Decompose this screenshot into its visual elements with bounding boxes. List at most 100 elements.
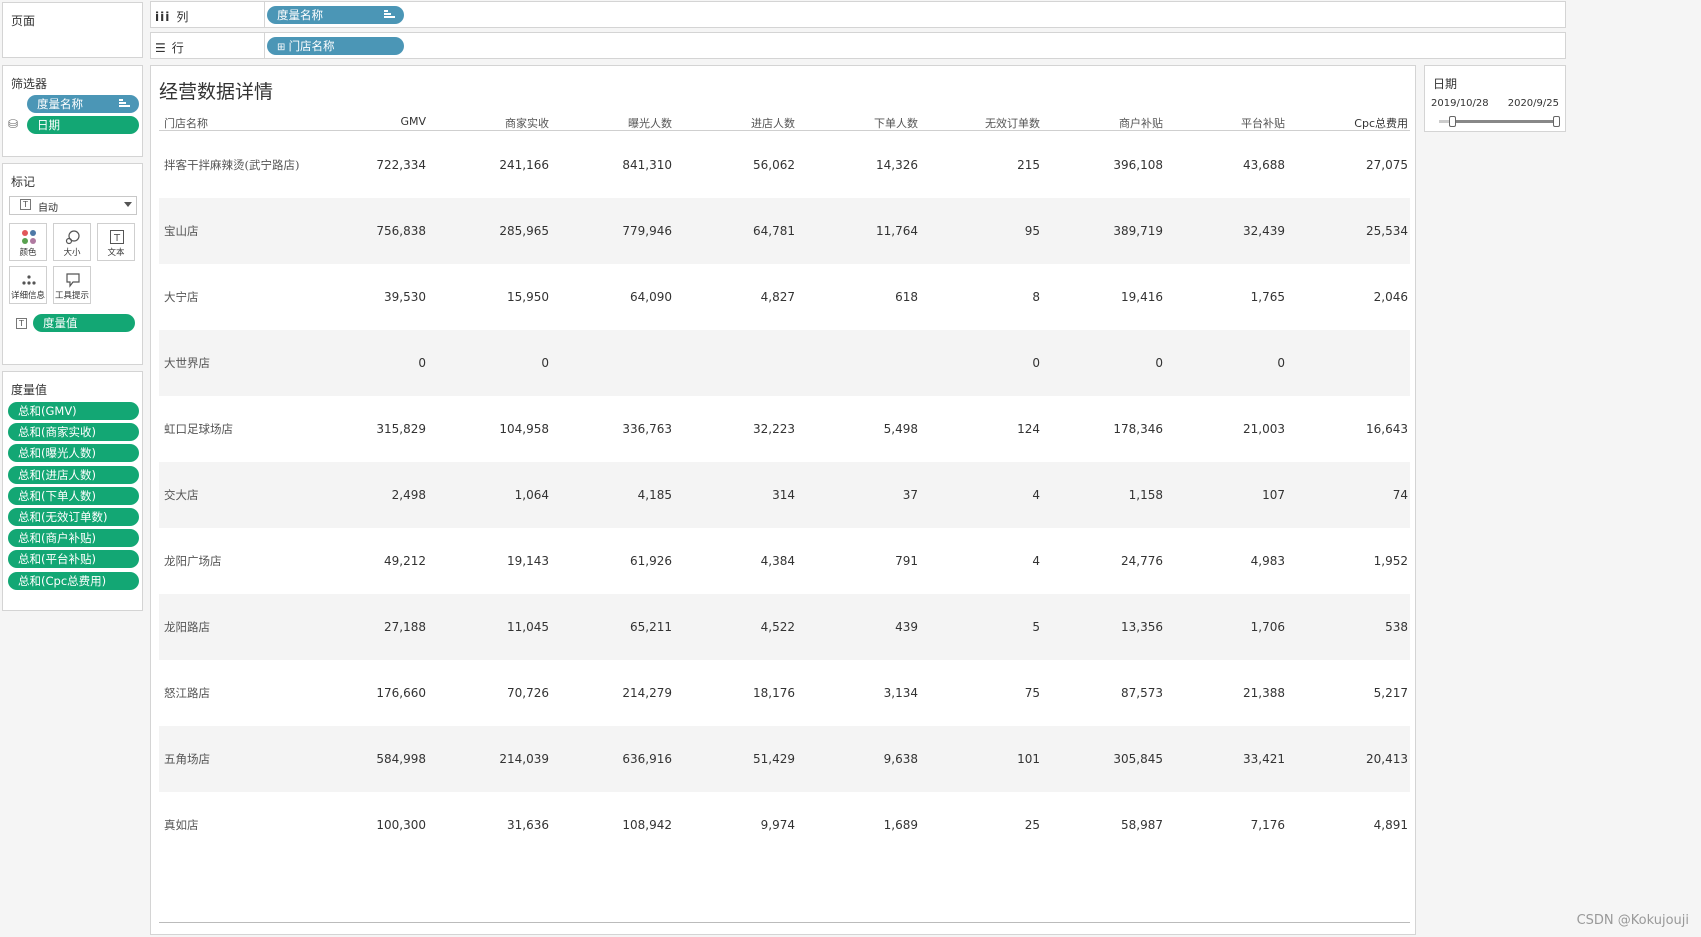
column-header[interactable]: 无效订单数 <box>930 115 1040 131</box>
columns-shelf[interactable]: iii 列 度量名称 <box>150 1 1566 28</box>
color-button[interactable]: 颜色 <box>9 223 47 261</box>
table-cell: 5 <box>1032 620 1040 634</box>
table-cell: 11,045 <box>507 620 549 634</box>
sort-icon <box>384 10 395 20</box>
measure-value-pill[interactable]: 总和(平台补贴) <box>8 550 139 569</box>
table-cell: 70,726 <box>507 686 549 700</box>
sheet-title: 经营数据详情 <box>159 81 274 103</box>
column-header[interactable]: 曝光人数 <box>562 115 672 131</box>
columns-icon: iii <box>155 9 171 24</box>
row-header-store-name[interactable]: 宝山店 <box>164 198 199 264</box>
date-filter-title: 日期 <box>1433 77 1458 91</box>
column-header[interactable]: GMV <box>316 115 426 131</box>
column-header[interactable]: 商家实收 <box>439 115 549 131</box>
measure-value-pill[interactable]: 总和(商家实收) <box>8 423 139 442</box>
row-header-store-name[interactable]: 交大店 <box>164 462 199 528</box>
table-row: 龙阳路店 27,188 11,045 65,211 4,522 439 5 13,356 1,7… <box>159 594 1410 660</box>
column-header[interactable]: 门店名称 <box>164 115 208 131</box>
column-header[interactable]: 进店人数 <box>685 115 795 131</box>
row-header-store-name[interactable]: 虹口足球场店 <box>164 396 233 462</box>
columns-pill-measure-names[interactable]: 度量名称 <box>267 6 404 24</box>
date-slider-range <box>1451 120 1555 123</box>
measure-value-pill[interactable]: 总和(进店人数) <box>8 465 139 484</box>
column-header[interactable]: 商户补贴 <box>1053 115 1163 131</box>
row-header-store-name[interactable]: 大宁店 <box>164 264 199 330</box>
mark-type-select[interactable]: T 自动 <box>9 196 137 215</box>
filter-pill-measure-names[interactable]: 度量名称 <box>27 95 139 113</box>
table-row: 虹口足球场店 315,829 104,958 336,763 32,223 5,498 12… <box>159 396 1410 462</box>
table-row: 怒江路店 176,660 70,726 214,279 18,176 3,134 75 87,… <box>159 660 1410 726</box>
rows-pill-store-name[interactable]: ⊞ 门店名称 <box>267 37 404 55</box>
table-cell: 64,781 <box>753 224 795 238</box>
table-cell: 0 <box>1277 356 1285 370</box>
table-cell: 19,416 <box>1121 290 1163 304</box>
filter-pill-date[interactable]: 日期 <box>27 116 139 134</box>
table-row: 交大店 2,498 1,064 4,185 314 37 4 1,158 107 74 <box>159 462 1410 528</box>
table-cell: 0 <box>418 356 426 370</box>
date-slider-end-handle[interactable] <box>1553 116 1560 127</box>
row-header-store-name[interactable]: 龙阳路店 <box>164 594 210 660</box>
table-cell: 4 <box>1032 488 1040 502</box>
table-cell: 31,636 <box>507 818 549 832</box>
column-header[interactable]: 平台补贴 <box>1175 115 1285 131</box>
measure-value-pill[interactable]: 总和(商户补贴) <box>8 529 139 548</box>
table-cell: 1,689 <box>883 818 918 832</box>
tooltip-button[interactable]: 工具提示 <box>53 266 91 304</box>
table-cell: 4,522 <box>760 620 795 634</box>
marks-pill-measure-values[interactable]: 度量值 <box>33 314 135 332</box>
table-cell: 37 <box>902 488 918 502</box>
table-cell: 756,838 <box>376 224 426 238</box>
rows-shelf[interactable]: ☰ 行 ⊞ 门店名称 <box>150 32 1566 59</box>
table-row: 大宁店 39,530 15,950 64,090 4,827 618 8 19,416 1,76… <box>159 264 1410 330</box>
table-cell: 107 <box>1262 488 1285 502</box>
table-cell: 74 <box>1392 488 1408 502</box>
table-cell: 27,075 <box>1366 158 1408 172</box>
row-header-store-name[interactable]: 真如店 <box>164 792 199 858</box>
pages-panel: 页面 <box>2 2 143 58</box>
table-cell: 314 <box>772 488 795 502</box>
row-header-store-name[interactable]: 龙阳广场店 <box>164 528 222 594</box>
size-button[interactable]: 大小 <box>53 223 91 261</box>
measure-value-pill[interactable]: 总和(下单人数) <box>8 486 139 505</box>
table-cell: 65,211 <box>630 620 672 634</box>
table-cell: 108,942 <box>622 818 672 832</box>
table-cell: 2,046 <box>1373 290 1408 304</box>
table-cell: 21,388 <box>1243 686 1285 700</box>
table-cell: 389,719 <box>1113 224 1163 238</box>
marks-panel: 标记 T 自动 颜色 大小 T 文本 详细信息 工具提示 T 度量值 <box>2 163 143 365</box>
table-cell: 722,334 <box>376 158 426 172</box>
date-slider-start-handle[interactable] <box>1449 116 1456 127</box>
table-cell: 61,926 <box>630 554 672 568</box>
table-cell: 64,090 <box>630 290 672 304</box>
row-header-store-name[interactable]: 五角场店 <box>164 726 210 792</box>
column-header[interactable]: 下单人数 <box>808 115 918 131</box>
columns-label: 列 <box>176 10 189 24</box>
detail-button[interactable]: 详细信息 <box>9 266 47 304</box>
table-cell: 95 <box>1024 224 1040 238</box>
column-header[interactable]: Cpc总费用 <box>1298 115 1408 131</box>
table-cell: 20,413 <box>1366 752 1408 766</box>
row-header-store-name[interactable]: 怒江路店 <box>164 660 210 726</box>
table-cell: 584,998 <box>376 752 426 766</box>
table-cell: 439 <box>895 620 918 634</box>
measure-value-pill[interactable]: 总和(曝光人数) <box>8 444 139 463</box>
measure-value-pill[interactable]: 总和(无效订单数) <box>8 508 139 526</box>
table-bottom-divider <box>159 922 1410 923</box>
row-header-store-name[interactable]: 大世界店 <box>164 330 210 396</box>
table-cell: 285,965 <box>499 224 549 238</box>
table-cell: 39,530 <box>384 290 426 304</box>
measure-value-pill[interactable]: 总和(GMV) <box>8 402 139 420</box>
rows-label: 行 <box>171 41 184 55</box>
table-cell: 32,439 <box>1243 224 1285 238</box>
table-cell: 24,776 <box>1121 554 1163 568</box>
table-cell: 87,573 <box>1121 686 1163 700</box>
database-filter-icon: ⛁ <box>8 117 19 131</box>
table-cell: 2,498 <box>391 488 426 502</box>
row-header-store-name[interactable]: 拌客干拌麻辣烫(武宁路店) <box>164 132 299 198</box>
table-cell: 43,688 <box>1243 158 1285 172</box>
measure-value-pill[interactable]: 总和(Cpc总费用) <box>8 571 139 590</box>
table-cell: 176,660 <box>376 686 426 700</box>
text-button[interactable]: T 文本 <box>97 223 135 261</box>
table-cell: 25,534 <box>1366 224 1408 238</box>
table-cell: 636,916 <box>622 752 672 766</box>
